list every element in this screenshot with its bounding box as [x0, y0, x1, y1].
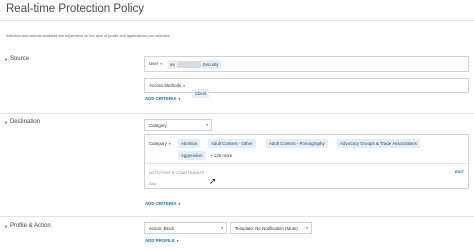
dropdown-arrow-icon: ▾: [221, 226, 223, 230]
dropdown-arrow-icon: ▾: [160, 61, 163, 66]
destination-type-value: Category: [149, 123, 167, 128]
more-categories-link[interactable]: + 125 more: [210, 153, 232, 158]
user-op-chip[interactable]: as: [168, 60, 177, 69]
source-user-row[interactable]: User ▾ as Security: [144, 56, 469, 72]
activities-label: ACTIVITIES & CONSTRAINTS: [149, 170, 205, 175]
section-divider: [0, 216, 474, 217]
user-label: User: [149, 61, 159, 66]
category-label: Category: [149, 141, 167, 146]
user-selector[interactable]: User ▾: [149, 61, 162, 66]
destination-heading[interactable]: ▼ Destination: [4, 119, 40, 125]
source-heading-label: Source: [9, 56, 29, 62]
dropdown-arrow-icon: ▾: [176, 238, 179, 243]
page-title: Real-time Protection Policy: [6, 3, 145, 15]
add-profile-button[interactable]: ADD PROFILE ▾: [145, 238, 179, 243]
destination-criteria-box[interactable]: Category ▾ Abortion Adult Content - Othe…: [144, 134, 469, 189]
source-add-criteria-button[interactable]: ADD CRITERIA ▾: [145, 96, 180, 101]
page-subtitle: Activities and actions available are dep…: [6, 34, 171, 38]
action-value: Action: Block: [149, 226, 175, 231]
dropdown-arrow-icon: ▾: [168, 141, 171, 146]
redacted-user: [176, 61, 201, 68]
access-methods-label: Access Methods: [149, 83, 182, 88]
category-chip[interactable]: Abortion: [178, 139, 201, 148]
caret-down-icon: ▼: [4, 223, 8, 229]
template-select[interactable]: Template: No Notification (Mute) ▾: [230, 222, 312, 234]
activities-value: Any: [149, 181, 156, 186]
destination-add-criteria-label: ADD CRITERIA: [145, 201, 177, 206]
access-methods-selector[interactable]: Access Methods ▾: [149, 83, 185, 88]
profile-action-heading-label: Profile & Action: [9, 223, 51, 229]
category-chip[interactable]: Adult Content - Other: [208, 139, 256, 148]
caret-down-icon: ▼: [4, 119, 8, 125]
source-heading[interactable]: ▼ Source: [4, 56, 29, 62]
action-select[interactable]: Action: Block ▾: [144, 222, 227, 234]
category-chip[interactable]: Adult Content - Pornography: [266, 139, 328, 148]
header-divider: [0, 20, 474, 21]
caret-down-icon: ▼: [4, 56, 8, 62]
dropdown-arrow-icon: ▾: [183, 83, 186, 88]
access-value-chip[interactable]: Client: [192, 89, 210, 98]
dropdown-arrow-icon: ▾: [206, 123, 208, 127]
edit-activities-button[interactable]: EDIT: [455, 169, 464, 174]
mouse-cursor-icon: ➚: [209, 176, 217, 186]
section-divider: [0, 113, 474, 114]
dropdown-arrow-icon: ▾: [306, 226, 308, 230]
destination-type-select[interactable]: Category ▾: [144, 119, 212, 131]
dropdown-arrow-icon: ▾: [178, 201, 181, 206]
dropdown-arrow-icon: ▾: [178, 96, 181, 101]
source-add-criteria-label: ADD CRITERIA: [145, 96, 177, 101]
category-chip[interactable]: Advocacy Groups & Trade Associations: [337, 139, 420, 148]
category-chip[interactable]: Aggressive: [178, 151, 206, 160]
criteria-divider: [145, 163, 468, 164]
destination-add-criteria-button[interactable]: ADD CRITERIA ▾: [145, 201, 180, 206]
profile-action-heading[interactable]: ▼ Profile & Action: [4, 223, 51, 229]
add-profile-label: ADD PROFILE: [145, 238, 175, 243]
destination-heading-label: Destination: [9, 119, 40, 125]
user-value-chip[interactable]: Security: [200, 60, 221, 69]
template-value: Template: No Notification (Mute): [235, 226, 298, 231]
source-access-row[interactable]: Access Methods ▾ Client: [144, 78, 469, 98]
category-selector[interactable]: Category ▾: [149, 141, 171, 146]
